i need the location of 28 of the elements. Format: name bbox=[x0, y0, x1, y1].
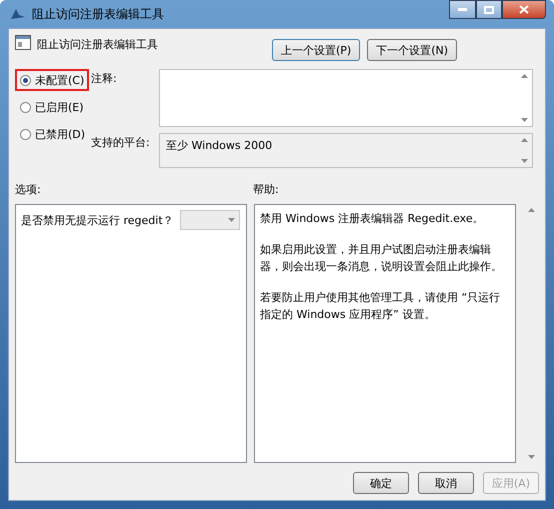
radio-option[interactable]: 未配置(C) bbox=[15, 69, 90, 91]
help-paragraph: 若要防止用户使用其他管理工具，请使用 “只运行指定的 Windows 应用程序” 设置。 bbox=[260, 290, 502, 323]
help-paragraph: 如果启用此设置，并且用户试图启动注册表编辑器，则会出现一条消息，说明设置会阻止此操作。 bbox=[260, 242, 503, 275]
platform-field: 至少 Windows 2000 bbox=[159, 133, 533, 168]
maximize-icon[interactable] bbox=[484, 6, 494, 14]
cancel-button[interactable]: 取消 bbox=[418, 472, 474, 494]
scroll-down-icon[interactable] bbox=[520, 159, 528, 163]
scroll-up-icon[interactable] bbox=[520, 138, 528, 142]
scroll-up-icon[interactable] bbox=[528, 208, 534, 212]
window-title: 阻止访问注册表编辑工具 bbox=[32, 6, 165, 22]
ok-button[interactable]: 确定 bbox=[352, 472, 409, 494]
scroll-down-icon[interactable] bbox=[528, 455, 534, 459]
comment-field[interactable] bbox=[159, 69, 533, 127]
help-label: 帮助: bbox=[253, 182, 280, 198]
platform-label: 支持的平台: bbox=[91, 135, 151, 150]
option-question: 是否禁用无提示运行 regedit？ bbox=[21, 212, 174, 228]
policy-title: 阻止访问注册表编辑工具 bbox=[37, 37, 159, 52]
radio-option[interactable]: 已启用(E) bbox=[15, 96, 89, 118]
close-icon[interactable] bbox=[519, 5, 529, 14]
policy-icon bbox=[15, 35, 31, 50]
help-paragraph: 禁用 Windows 注册表编辑器 Regedit.exe。 bbox=[260, 211, 485, 227]
scroll-up-icon[interactable] bbox=[520, 74, 528, 78]
radio-option[interactable]: 已禁用(D) bbox=[15, 123, 90, 145]
comment-label: 注释: bbox=[91, 71, 118, 86]
options-label: 选项: bbox=[15, 182, 42, 198]
previous-setting-button[interactable]: 上一个设置(P) bbox=[272, 39, 360, 61]
next-setting-button[interactable]: 下一个设置(N) bbox=[367, 39, 457, 61]
scroll-down-icon[interactable] bbox=[520, 118, 528, 122]
